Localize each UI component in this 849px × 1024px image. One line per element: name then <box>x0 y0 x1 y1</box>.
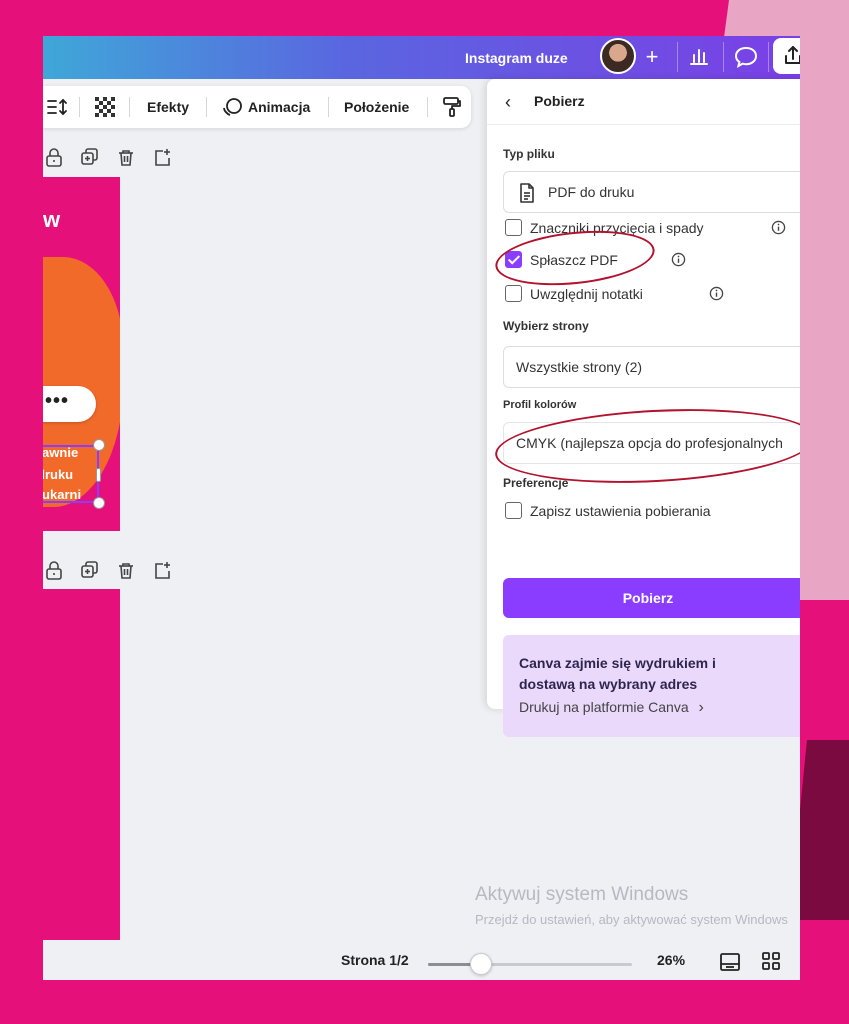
pages-select[interactable]: Wszystkie strony (2) <box>503 346 800 388</box>
lock-icon[interactable] <box>45 561 63 581</box>
save-settings-checkbox[interactable] <box>505 502 522 519</box>
design-logo-text: w <box>43 207 61 232</box>
duplicate-icon[interactable] <box>81 561 99 581</box>
download-panel: ‹ Pobierz Typ pliku PDF do druku Znaczni… <box>487 79 800 737</box>
element-toolbar: Efekty Animacja Położenie <box>43 86 471 128</box>
print-on-canva-link[interactable]: Drukuj na platformie Canva › <box>519 699 704 717</box>
add-page-icon[interactable] <box>153 148 171 168</box>
promo-link-label: Drukuj na platformie Canva <box>519 699 689 715</box>
save-settings-label: Zapisz ustawienia pobierania <box>530 503 711 519</box>
info-icon[interactable] <box>771 220 786 235</box>
divider <box>328 97 329 117</box>
page-indicator[interactable]: Strona 1/2 <box>341 952 409 968</box>
page-tools-2 <box>43 559 183 583</box>
more-options-icon[interactable]: ••• <box>45 390 69 413</box>
add-collaborator-button[interactable]: + <box>637 42 667 72</box>
download-button[interactable]: Pobierz <box>503 578 800 618</box>
divider <box>723 42 724 72</box>
divider <box>129 97 130 117</box>
duplicate-icon[interactable] <box>81 148 99 168</box>
back-chevron-icon[interactable]: ‹ <box>505 92 511 113</box>
info-icon[interactable] <box>709 286 724 301</box>
zoom-value[interactable]: 26% <box>657 952 685 968</box>
windows-activation-watermark: Aktywuj system Windows Przejdź do ustawi… <box>475 884 788 927</box>
design-text-line[interactable]: druku <box>43 467 73 482</box>
user-avatar[interactable] <box>600 38 636 74</box>
watermark-line-2: Przejdź do ustawień, aby aktywować syste… <box>475 912 788 927</box>
file-type-select[interactable]: PDF do druku <box>503 171 800 213</box>
document-icon <box>520 183 534 203</box>
add-page-icon[interactable] <box>153 561 171 581</box>
bar-chart-icon <box>690 49 708 65</box>
animation-button[interactable]: Animacja <box>248 86 310 128</box>
comments-button[interactable] <box>728 42 764 72</box>
design-page-1[interactable]: w ••• rawnie druku rukarni <box>43 177 120 531</box>
lock-icon[interactable] <box>45 148 63 168</box>
pages-label: Wybierz strony <box>503 319 589 333</box>
file-type-label: Typ pliku <box>503 147 555 161</box>
document-title[interactable]: Instagram duze <box>465 44 568 72</box>
trash-icon[interactable] <box>117 148 135 168</box>
trash-icon[interactable] <box>117 561 135 581</box>
panel-title: Pobierz <box>534 93 585 109</box>
effects-button[interactable]: Efekty <box>147 86 189 128</box>
resize-handle[interactable] <box>93 497 105 509</box>
zoom-slider-handle[interactable] <box>470 953 492 975</box>
context-menu[interactable]: ••• <box>43 386 96 422</box>
divider <box>677 42 678 72</box>
bottom-bar: Strona 1/2 26% <box>43 940 800 980</box>
info-icon[interactable] <box>671 252 686 267</box>
pages-value: Wszystkie strony (2) <box>516 359 643 375</box>
promo-title: Canva zajmie się wydrukiem i dostawą na … <box>519 655 716 692</box>
design-text-line[interactable]: rukarni <box>43 487 81 502</box>
upload-icon <box>785 46 800 64</box>
watermark-line-1: Aktywuj system Windows <box>475 884 689 905</box>
thumbnail-view-icon[interactable] <box>719 952 741 972</box>
resize-handle[interactable] <box>96 468 101 482</box>
print-promo-card[interactable]: Canva zajmie się wydrukiem i dostawą na … <box>503 635 800 737</box>
insights-button[interactable] <box>681 42 717 72</box>
page-tools-1 <box>43 146 183 170</box>
top-bar: Instagram duze + <box>43 36 800 79</box>
design-page-2[interactable] <box>43 589 120 940</box>
color-profile-label: Profil kolorów <box>503 399 577 411</box>
position-button[interactable]: Położenie <box>344 86 409 128</box>
paint-roller-icon[interactable] <box>441 96 463 118</box>
editor-window: Instagram duze + Efekty Animacja Położen… <box>43 36 800 980</box>
divider <box>768 42 769 72</box>
comment-icon <box>734 46 758 68</box>
panel-header: ‹ Pobierz <box>487 79 800 125</box>
chevron-right-icon: › <box>698 699 704 716</box>
share-button[interactable] <box>773 38 800 74</box>
crop-marks-checkbox[interactable] <box>505 219 522 236</box>
animation-icon <box>223 98 242 116</box>
transparency-icon[interactable] <box>95 97 115 117</box>
download-button-label: Pobierz <box>622 590 674 606</box>
design-text-line[interactable]: rawnie <box>43 445 78 460</box>
divider <box>427 97 428 117</box>
grid-view-icon[interactable] <box>761 951 781 971</box>
zoom-slider[interactable] <box>428 963 632 966</box>
include-notes-checkbox[interactable] <box>505 285 522 302</box>
include-notes-label: Uwzględnij notatki <box>530 286 643 302</box>
divider <box>206 97 207 117</box>
file-type-value: PDF do druku <box>548 184 635 200</box>
divider <box>79 97 80 117</box>
spacing-icon[interactable] <box>47 97 69 117</box>
resize-handle[interactable] <box>93 439 105 451</box>
